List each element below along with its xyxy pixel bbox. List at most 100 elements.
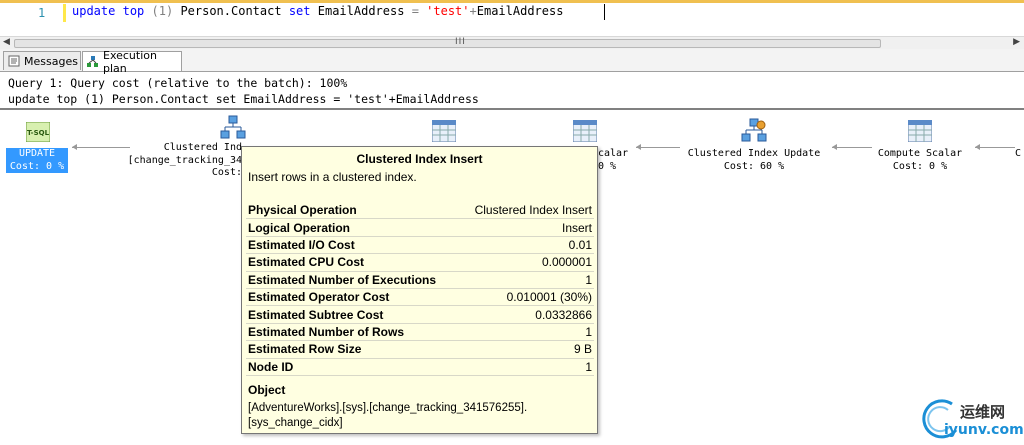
- property-value: Clustered Index Insert: [459, 202, 594, 220]
- node-name: C: [1015, 148, 1022, 159]
- plan-connector: [636, 147, 680, 148]
- tsql-icon-label: T-SQL: [27, 129, 50, 137]
- plan-node-edge-partial[interactable]: C: [1015, 148, 1024, 161]
- property-row: Estimated I/O Cost 0.01: [246, 236, 594, 255]
- node-cost: 0 %: [598, 160, 617, 172]
- clustered-index-update-icon[interactable]: [741, 118, 767, 147]
- plan-node-clustered-index-update[interactable]: Clustered Index Update Cost: 60 %: [680, 148, 828, 173]
- node-name: Clustered Ind: [163, 142, 242, 153]
- scroll-right-icon[interactable]: ▶: [1013, 37, 1020, 47]
- property-key: Estimated Subtree Cost: [246, 305, 460, 324]
- sql-editor[interactable]: 1 update top (1) Person.Contact set Emai…: [0, 0, 1024, 36]
- property-key: Estimated I/O Cost: [246, 236, 460, 255]
- divider: [0, 108, 1024, 110]
- horizontal-scrollbar[interactable]: ◀ III ▶: [0, 36, 1024, 49]
- plan-node-update[interactable]: UPDATE Cost: 0 %: [6, 148, 68, 173]
- plan-connector: [975, 147, 1015, 148]
- property-value: 9 B: [459, 340, 594, 359]
- sql-paren: (1): [151, 4, 174, 18]
- sql-keyword: set: [288, 4, 311, 18]
- node-name: Clustered Index Update: [687, 148, 821, 159]
- plan-node-clustered-index-insert[interactable]: Clustered Ind [change_tracking_34 Cost:: [118, 142, 242, 180]
- object-line: [sys_change_cidx]: [248, 416, 343, 429]
- scroll-grip-icon: III: [455, 37, 466, 47]
- property-key: Estimated CPU Cost: [246, 253, 460, 272]
- editor-top-border: [0, 0, 1024, 3]
- property-row: Logical Operation Insert: [246, 218, 594, 237]
- sql-column: EmailAddress: [476, 4, 564, 18]
- property-key: Physical Operation: [246, 202, 460, 220]
- property-row: Physical Operation Clustered Index Insert: [246, 202, 594, 220]
- node-object: [change_tracking_34: [127, 154, 242, 166]
- arrow-icon: [975, 144, 980, 150]
- node-cost: Cost: 60 %: [723, 160, 785, 172]
- sql-column: EmailAddress: [317, 4, 405, 18]
- property-value: 0.000001: [459, 253, 594, 272]
- property-row: Estimated Subtree Cost 0.0332866: [246, 305, 594, 324]
- query-cost-line: Query 1: Query cost (relative to the bat…: [8, 76, 348, 90]
- property-key: Estimated Operator Cost: [246, 288, 460, 307]
- object-line: [AdventureWorks].[sys].[change_tracking_…: [248, 402, 528, 414]
- text-caret: [604, 4, 605, 20]
- sql-operator: =: [411, 4, 419, 18]
- results-tab-bar: Messages Execution plan: [0, 49, 1024, 75]
- property-row: Estimated CPU Cost 0.000001: [246, 253, 594, 272]
- line-number: 1: [38, 6, 46, 20]
- query-summary: Query 1: Query cost (relative to the bat…: [8, 76, 479, 107]
- tooltip-title: Clustered Index Insert: [356, 152, 483, 166]
- object-value: [AdventureWorks].[sys].[change_tracking_…: [248, 401, 588, 430]
- query-text-line: update top (1) Person.Contact set EmailA…: [8, 91, 479, 106]
- compute-scalar-icon[interactable]: [572, 119, 598, 145]
- property-row: Estimated Row Size 9 B: [246, 340, 594, 359]
- node-cost: Cost: 0 %: [892, 160, 948, 172]
- property-key: Node ID: [246, 358, 460, 376]
- scroll-left-icon[interactable]: ◀: [3, 37, 10, 47]
- compute-scalar-icon[interactable]: [907, 119, 933, 145]
- tab-label: Messages: [24, 54, 78, 68]
- sql-string: 'test': [426, 4, 470, 18]
- tab-label: Execution plan: [103, 48, 157, 75]
- property-value: 1: [459, 358, 594, 376]
- property-value: Insert: [459, 218, 594, 237]
- property-row: Estimated Number of Rows 1: [246, 323, 594, 342]
- tooltip-description: Insert rows in a clustered index.: [248, 170, 417, 184]
- property-row: Estimated Number of Executions 1: [246, 271, 594, 289]
- node-name: UPDATE: [18, 148, 56, 159]
- operator-tooltip: Clustered Index Insert Insert rows in a …: [241, 146, 598, 434]
- property-key: Estimated Row Size: [246, 340, 460, 359]
- property-value: 0.010001 (30%): [459, 288, 594, 307]
- property-row: Estimated Operator Cost 0.010001 (30%): [246, 288, 594, 307]
- plan-node-compute-scalar-partial[interactable]: calar 0 %: [598, 148, 638, 173]
- property-key: Logical Operation: [246, 218, 460, 237]
- property-value: 0.01: [459, 236, 594, 255]
- messages-icon: [8, 55, 20, 67]
- change-indicator-bar: [63, 4, 66, 22]
- tab-execution-plan[interactable]: Execution plan: [82, 49, 182, 75]
- tab-messages[interactable]: Messages: [3, 51, 81, 70]
- object-label: Object: [248, 383, 286, 397]
- plan-connector: [832, 147, 872, 148]
- sql-operator: +: [469, 4, 477, 18]
- sql-object: Person.Contact: [180, 4, 282, 18]
- tsql-icon[interactable]: T-SQL: [25, 121, 51, 145]
- property-value: 1: [459, 323, 594, 342]
- property-value: 0.0332866: [459, 305, 594, 324]
- node-name: Compute Scalar: [877, 148, 963, 159]
- clustered-index-insert-icon[interactable]: [220, 115, 246, 144]
- sql-keyword: update: [72, 4, 116, 18]
- execution-plan-icon: [87, 55, 99, 68]
- sql-keyword: top: [122, 4, 145, 18]
- node-cost: Cost:: [211, 167, 242, 178]
- arrow-icon: [72, 144, 77, 150]
- scrollbar-thumb[interactable]: III: [14, 37, 881, 48]
- property-key: Estimated Number of Executions: [246, 271, 460, 289]
- node-name: calar: [598, 148, 629, 159]
- property-key: Estimated Number of Rows: [246, 323, 460, 342]
- sql-code-line[interactable]: update top (1) Person.Contact set EmailA…: [72, 4, 563, 18]
- tooltip-properties: Physical Operation Clustered Index Insert…: [246, 202, 594, 376]
- table-icon[interactable]: [431, 119, 457, 145]
- arrow-icon: [832, 144, 837, 150]
- node-cost: Cost: 0 %: [9, 160, 65, 172]
- property-row: Node ID 1: [246, 358, 594, 376]
- plan-node-compute-scalar[interactable]: Compute Scalar Cost: 0 %: [870, 148, 970, 173]
